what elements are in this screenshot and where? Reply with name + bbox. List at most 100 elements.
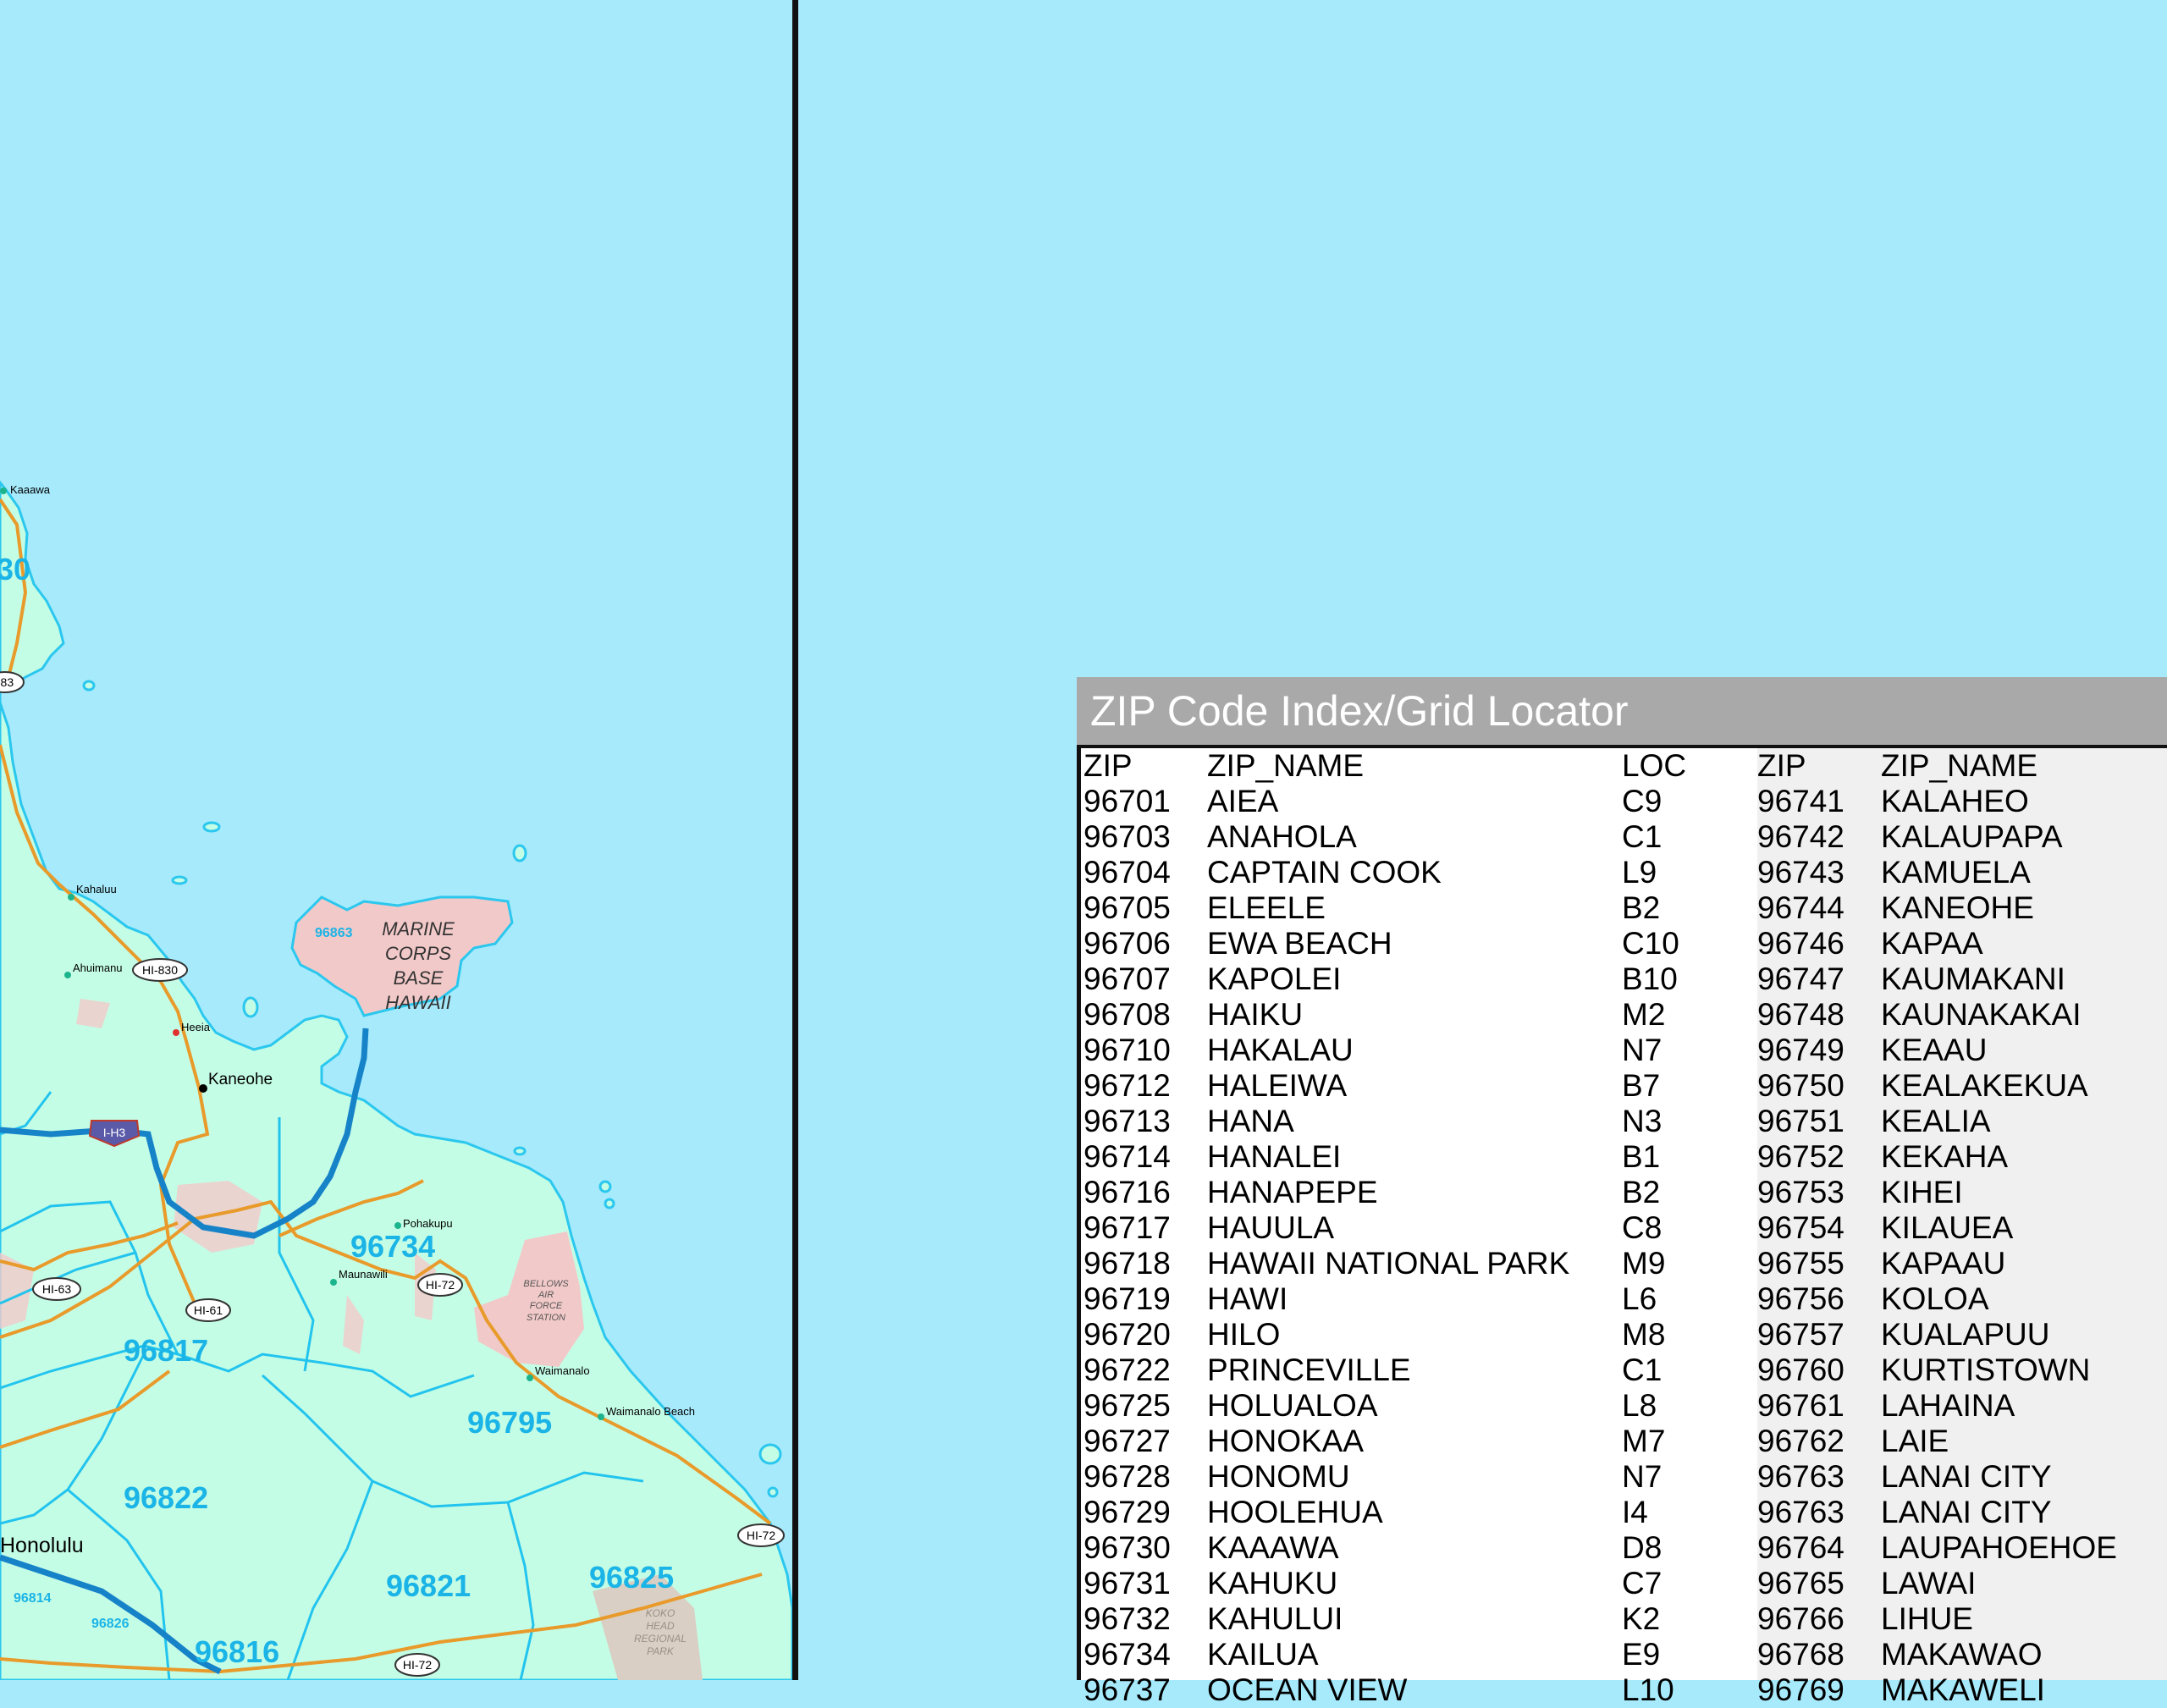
area-label: CORPS: [385, 943, 452, 964]
place-dot: [527, 1375, 533, 1381]
place-label: Honolulu: [0, 1534, 84, 1557]
place-label: Waimanalo: [535, 1364, 590, 1377]
zip-name-cell: EWA BEACH: [1207, 926, 1392, 961]
loc-cell: B7: [1622, 1068, 1661, 1103]
zip-cell: 96737: [1084, 1672, 1171, 1707]
islet: [171, 875, 188, 885]
place-dot: [173, 1029, 179, 1036]
zip-name-cell: KAHUKU: [1207, 1566, 1338, 1601]
zip-name-cell: ELEELE: [1207, 890, 1326, 925]
place-dot: [394, 1222, 401, 1229]
zip-cell: 96703: [1084, 819, 1171, 854]
zip-cell: 96728: [1084, 1459, 1171, 1494]
zip-cell: 96761: [1757, 1388, 1844, 1423]
zip-cell: 96764: [1757, 1530, 1844, 1565]
place-label: Waimanalo Beach: [606, 1405, 695, 1418]
loc-cell: L9: [1622, 855, 1657, 890]
zip-name-cell: HANA: [1207, 1104, 1294, 1138]
loc-cell: B10: [1622, 961, 1678, 996]
column-header-loc: LOC: [1622, 748, 1687, 783]
place-label: Kaneohe: [208, 1071, 273, 1088]
table-row: 96704 CAPTAIN COOK L9 96743 KAMUELA: [1077, 855, 2167, 890]
zip-cell: 96742: [1757, 819, 1844, 854]
panel-divider: [792, 0, 798, 1680]
table-row: 96734 KAILUA E9 96768 MAKAWAO: [1077, 1637, 2167, 1672]
loc-cell: C1: [1622, 1353, 1662, 1387]
table-row: 96717 HAUULA C8 96754 KILAUEA: [1077, 1210, 2167, 1246]
zip-label: 96795: [467, 1405, 552, 1440]
zip-name-cell: HOOLEHUA: [1207, 1495, 1383, 1529]
route-shield: HI-72: [737, 1523, 785, 1547]
zip-name-cell: KUALAPUU: [1881, 1317, 2050, 1352]
table-row: 96701 AIEA C9 96741 KALAHEO: [1077, 784, 2167, 819]
zip-name-cell: HONOKAA: [1207, 1424, 1365, 1458]
zip-cell: 96729: [1084, 1495, 1171, 1529]
area-label: MARINE: [382, 918, 455, 939]
zip-name-cell: HAIKU: [1207, 997, 1304, 1032]
place-label: Pohakupu: [403, 1217, 453, 1230]
islet: [513, 1146, 527, 1156]
route-shield: HI-72: [394, 1653, 440, 1677]
route-shield-label: HI-72: [426, 1278, 455, 1292]
table-row: 96722 PRINCEVILLE C1 96760 KURTISTOWN: [1077, 1353, 2167, 1388]
zip-label: 96821: [386, 1568, 471, 1603]
place-dot: [68, 894, 74, 901]
zip-name-cell: KILAUEA: [1881, 1210, 2014, 1245]
route-shield: HI-830: [132, 958, 188, 982]
islet: [512, 844, 527, 862]
place-label: Maunawili: [339, 1268, 388, 1281]
loc-cell: K2: [1622, 1601, 1661, 1636]
zip-name-cell: KAAAWA: [1207, 1530, 1339, 1565]
area-label: BELLOWS: [523, 1279, 569, 1289]
islet: [202, 821, 221, 833]
zip-cell: 96712: [1084, 1068, 1171, 1103]
table-row: 96706 EWA BEACH C10 96746 KAPAA: [1077, 926, 2167, 961]
zip-index-title: ZIP Code Index/Grid Locator: [1077, 677, 2167, 745]
zip-cell: 96746: [1757, 926, 1844, 961]
zip-name-cell: HOLUALOA: [1207, 1388, 1378, 1423]
zip-name-cell: KALAUPAPA: [1881, 819, 2063, 854]
zip-cell: 96748: [1757, 997, 1844, 1032]
map-canvas: 30 96863 96734 96817 96795 96822 96821 9…: [0, 480, 794, 1682]
route-shield: HI-63: [32, 1277, 81, 1301]
table-row: 96728 HONOMU N7 96763 LANAI CITY: [1077, 1459, 2167, 1495]
map-panel[interactable]: 30 96863 96734 96817 96795 96822 96821 9…: [0, 0, 794, 1682]
zip-name-cell: KAILUA: [1207, 1637, 1319, 1672]
zip-name-cell: KAUNAKAKAI: [1881, 997, 2082, 1032]
zip-cell: 96718: [1084, 1246, 1171, 1281]
column-header-zip: ZIP: [1084, 748, 1133, 783]
area-label: AIR: [538, 1290, 554, 1300]
place-dot: [0, 488, 7, 494]
loc-cell: C7: [1622, 1566, 1662, 1601]
zip-cell: 96743: [1757, 855, 1844, 890]
zip-name-cell: KAUMAKANI: [1881, 961, 2065, 996]
zip-cell: 96731: [1084, 1566, 1171, 1601]
area-label: STATION: [527, 1313, 565, 1323]
place-label: Kahaluu: [76, 883, 117, 895]
table-row: 96737 OCEAN VIEW L10 96769 MAKAWELI: [1077, 1672, 2167, 1708]
area-label: BASE: [394, 967, 444, 989]
loc-cell: N7: [1622, 1033, 1662, 1067]
zip-cell: 96730: [1084, 1530, 1171, 1565]
zip-label: 96863: [315, 926, 353, 940]
table-row: 96732 KAHULUI K2 96766 LIHUE: [1077, 1601, 2167, 1637]
area-label: REGIONAL: [634, 1633, 686, 1645]
zip-name-cell: KEALAKEKUA: [1881, 1068, 2088, 1103]
table-row: 96716 HANAPEPE B2 96753 KIHEI: [1077, 1175, 2167, 1210]
zip-name-cell: LAHAINA: [1881, 1388, 2015, 1423]
zip-cell: 96765: [1757, 1566, 1844, 1601]
loc-cell: E9: [1622, 1637, 1661, 1672]
place-dot: [598, 1413, 604, 1420]
zip-cell: 96701: [1084, 784, 1171, 818]
zip-name-cell: KOLOA: [1881, 1281, 1989, 1316]
zip-name-cell: KANEOHE: [1881, 890, 2034, 925]
loc-cell: C1: [1622, 819, 1662, 854]
zip-name-cell: HAWAII NATIONAL PARK: [1207, 1246, 1570, 1281]
zip-cell: 96710: [1084, 1033, 1171, 1067]
zip-name-cell: HAWI: [1207, 1281, 1288, 1316]
zip-cell: 96755: [1757, 1246, 1844, 1281]
zip-cell: 96751: [1757, 1104, 1844, 1138]
place-dot: [330, 1279, 337, 1286]
loc-cell: I4: [1622, 1495, 1648, 1529]
loc-cell: B1: [1622, 1139, 1661, 1174]
